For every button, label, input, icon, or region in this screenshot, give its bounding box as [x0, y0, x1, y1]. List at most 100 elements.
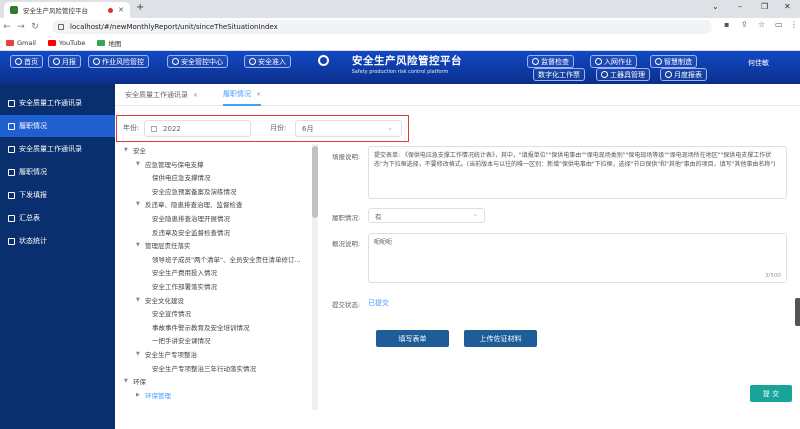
tree-caret-icon[interactable]: ▼ [136, 351, 141, 357]
info-icon[interactable] [58, 24, 64, 30]
tree-leaf[interactable]: 安全生产专项整治三年行动落实情况 [152, 363, 256, 373]
maps-icon [97, 40, 106, 46]
sidebar-item-summary[interactable]: 汇总表 [0, 207, 115, 229]
tree-leaf[interactable]: 保供电应急支撑情况 [152, 172, 211, 182]
tree-scrollbar-thumb[interactable] [312, 146, 318, 218]
tree-node-label: 安全 [133, 147, 146, 155]
tree-node[interactable]: ▼ 应急管理与保电支撑 [136, 159, 204, 169]
forward-icon[interactable]: → [14, 22, 28, 32]
nav-supervision[interactable]: 监督检查 [527, 55, 574, 68]
tree-node-label: 环保 [133, 378, 146, 387]
sidebar-item-issue[interactable]: 下发填报 [0, 184, 115, 206]
youtube-icon [47, 40, 56, 46]
tree-node[interactable]: ▼ 安全 [124, 145, 146, 155]
tree-caret-icon[interactable]: ▼ [136, 161, 141, 167]
tree-node-label: 管理层责任落实 [145, 242, 191, 251]
tree-node-label: 环保管理 [145, 391, 171, 400]
tree-node[interactable]: ▼ 环保 [124, 376, 146, 386]
nav-safety-access[interactable]: 安全准入 [244, 55, 291, 68]
nav-network-work[interactable]: 入网作业 [590, 55, 637, 68]
tree-caret-icon[interactable]: ▼ [136, 201, 141, 207]
sidebar-item-duty[interactable]: 履职情况 [0, 115, 115, 137]
bookmark-gmail[interactable]: Gmail [6, 39, 36, 47]
sidebar: 安全质量工作通讯录 履职情况 安全质量工作通讯录 履职情况 下发填报 汇总表 状… [0, 84, 115, 429]
tree-caret-icon[interactable]: ▶ [136, 392, 141, 398]
tree-node-label: 安全工作部署落实情况 [152, 283, 217, 291]
summary-textarea[interactable]: 呃呃呃 [368, 233, 787, 283]
sidebar-item-duty-2[interactable]: 履职情况 [0, 161, 115, 183]
close-tab-icon[interactable]: ✕ [256, 91, 261, 98]
tab-contacts[interactable]: 安全质量工作通讯录 ✕ [125, 84, 198, 106]
browser-tab[interactable]: 安全生产风险管控平台 ✕ [4, 2, 130, 18]
restore-icon[interactable]: ❐ [761, 2, 768, 11]
tree-node[interactable]: ▶ 环保管理 [136, 390, 171, 400]
tree-node-label: 安全生产费用投入情况 [152, 269, 217, 278]
tree-leaf[interactable]: 领导班子成员"两个清单"、全员安全责任清单修订... [152, 254, 301, 264]
url-input[interactable]: localhost/#/newMonthlyReport/unit/sinceT… [52, 20, 712, 34]
submit-button[interactable]: 提 交 [750, 385, 792, 402]
tree-leaf[interactable]: 安全隐患排查治理开展情况 [152, 213, 230, 223]
instructions-textarea[interactable]: 提交表单: 《保供电应急支撑工作情况统计表》，其中，"填报单位""保供电事由""… [368, 146, 787, 199]
tab-search-icon[interactable]: ⌄ [712, 2, 719, 11]
tree-caret-icon[interactable]: ▼ [124, 147, 129, 153]
nav-smart-manufacturing[interactable]: 智慧制造 [650, 55, 697, 68]
nav-safety-center[interactable]: 安全管控中心 [167, 55, 228, 68]
tree-node-label: 反违章、隐患排查治理、监督检查 [145, 201, 243, 210]
nav-monthly[interactable]: 月报 [48, 55, 81, 68]
close-window-icon[interactable]: ✕ [784, 2, 791, 11]
duty-label: 履职情况: [332, 214, 361, 222]
tree-node-label: 安全生产专项整治三年行动落实情况 [152, 364, 256, 373]
new-tab-icon[interactable]: + [136, 2, 144, 13]
nav-monthly-report[interactable]: 月度报表 [660, 68, 707, 81]
tree-leaf[interactable]: 安全工作部署落实情况 [152, 281, 217, 291]
year-picker[interactable]: 2022 [144, 120, 251, 137]
close-tab-icon[interactable]: ✕ [118, 6, 124, 14]
bookmark-maps[interactable]: 地图 [97, 38, 121, 48]
share-icon[interactable]: ⇪ [741, 20, 748, 29]
close-tab-icon[interactable]: ✕ [193, 92, 198, 99]
camera-icon[interactable]: ▪ [724, 20, 729, 29]
tree-caret-icon[interactable]: ▼ [136, 297, 141, 303]
back-icon[interactable]: ← [0, 22, 14, 32]
tree-caret-icon[interactable]: ▼ [136, 242, 141, 248]
tree-node[interactable]: ▼ 管理层责任落实 [136, 240, 191, 250]
sidepanel-icon[interactable]: ▭ [775, 20, 783, 29]
submit-status-link[interactable]: 已提交 [368, 298, 389, 308]
tree-node[interactable]: ▼ 反违章、隐患排查治理、监督检查 [136, 199, 243, 209]
upload-evidence-button[interactable]: 上传佐证材料 [464, 330, 537, 347]
platform-brand: 安全生产风险管控平台 Safety production risk contro… [314, 54, 486, 80]
nav-home[interactable]: 首页 [10, 55, 43, 68]
tab-duty[interactable]: 履职情况 ✕ [223, 84, 262, 106]
menu-icon[interactable]: ⋮ [790, 20, 798, 29]
url-text: localhost/#/newMonthlyReport/unit/sinceT… [70, 23, 278, 31]
tree-leaf[interactable]: 安全应急预案备案及演练情况 [152, 186, 237, 196]
nav-digital-ticket[interactable]: 数字化工作票 [533, 68, 585, 81]
current-user[interactable]: 何佳敏 [748, 58, 769, 68]
nav-work-risk[interactable]: 作业风险管控 [88, 55, 149, 68]
tree-leaf[interactable]: 安全生产费用投入情况 [152, 267, 217, 277]
tree-leaf[interactable]: 安全宣传情况 [152, 308, 191, 318]
side-handle[interactable] [795, 298, 800, 326]
tree-caret-icon[interactable]: ▼ [124, 378, 129, 384]
reload-icon[interactable]: ↻ [28, 22, 42, 32]
book-icon [8, 145, 15, 153]
minimize-icon[interactable]: – [738, 2, 742, 11]
tree-leaf[interactable]: 事故事件警示教育及安全培训情况 [152, 322, 250, 332]
tree-node-label: 安全隐患排查治理开展情况 [152, 215, 230, 223]
filter-panel: 年份: 2022 月份: 6月 ⌄ [116, 115, 409, 142]
status-label: 提交状态: [332, 301, 361, 309]
tree-leaf[interactable]: 一把手讲安全课情况 [152, 335, 211, 345]
sidebar-item-stats[interactable]: 状态统计 [0, 230, 115, 252]
nav-tools[interactable]: 工器具管理 [596, 68, 650, 81]
tree-node[interactable]: ▼ 安全生产专项整治 [136, 349, 197, 359]
star-icon[interactable]: ☆ [758, 20, 765, 29]
tree-node[interactable]: ▼ 安全文化建设 [136, 295, 184, 305]
month-select[interactable]: 6月 ⌄ [295, 120, 402, 137]
sidebar-item-contacts-2[interactable]: 安全质量工作通讯录 [0, 138, 115, 160]
duty-select[interactable]: 有 ⌄ [368, 208, 485, 223]
fill-form-button[interactable]: 填写表单 [376, 330, 449, 347]
sidebar-item-contacts[interactable]: 安全质量工作通讯录 [0, 92, 115, 114]
tree-leaf[interactable]: 反违章及安全监督检查情况 [152, 227, 230, 237]
bookmark-youtube[interactable]: YouTube [47, 39, 85, 47]
report-icon [53, 58, 60, 65]
